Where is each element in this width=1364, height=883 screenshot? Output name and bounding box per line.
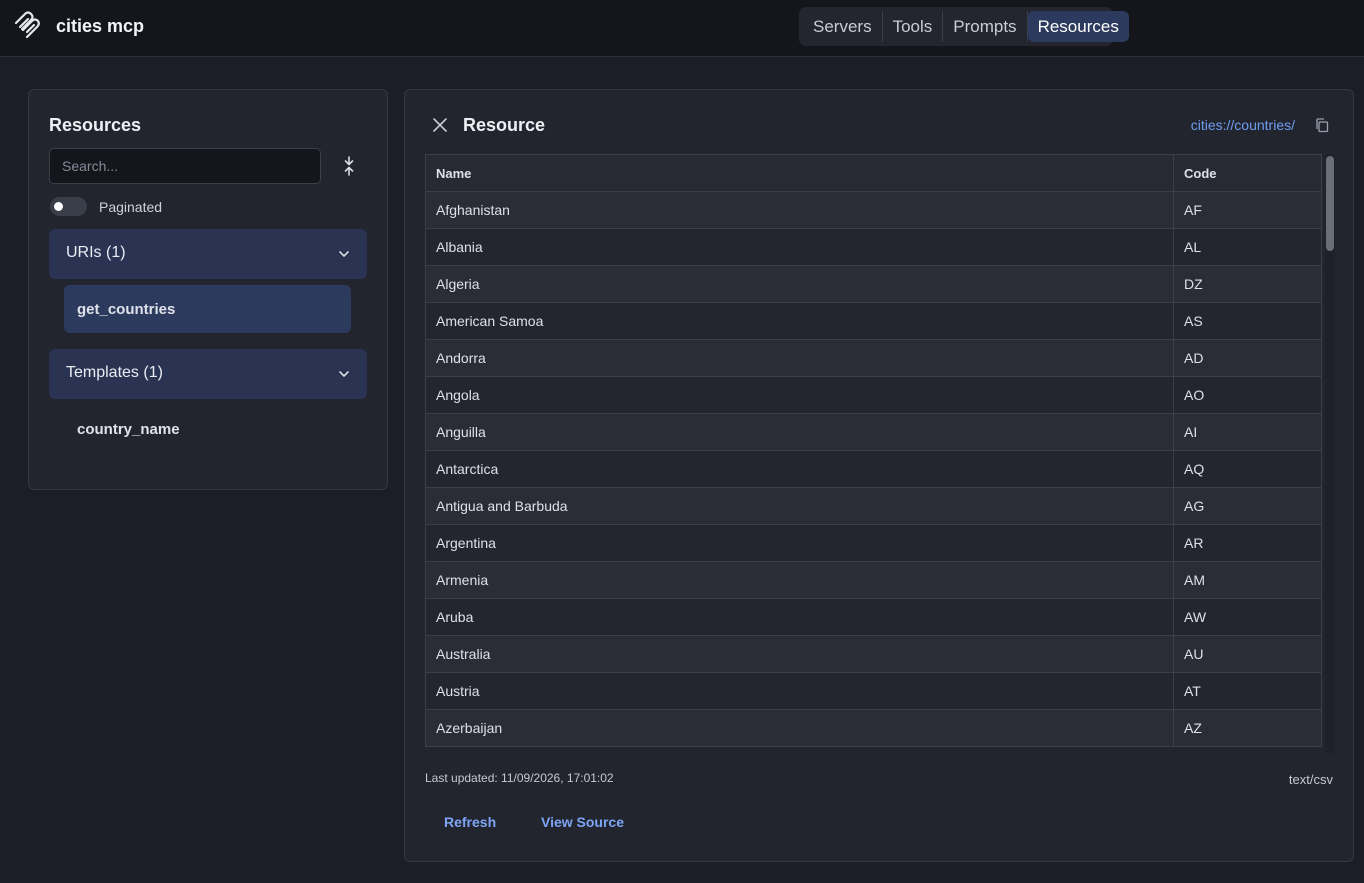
table-row: Algeria DZ: [425, 265, 1322, 303]
cell-country-code: AS: [1173, 302, 1322, 340]
cell-country-name: Azerbaijan: [425, 709, 1174, 747]
table-row: Afghanistan AF: [425, 191, 1322, 229]
cell-country-code: AI: [1173, 413, 1322, 451]
resource-table-container[interactable]: Name Code Afghanistan AF Albania AL Algeria D…: [425, 154, 1335, 753]
resources-sidebar: Resources Paginated URIs (1) get_countri…: [28, 89, 388, 490]
tab-servers[interactable]: Servers: [803, 11, 883, 42]
table-row: Azerbaijan AZ: [425, 709, 1322, 747]
uris-section-header[interactable]: URIs (1): [49, 229, 367, 279]
cell-country-name: Anguilla: [425, 413, 1174, 451]
table-row: Angola AO: [425, 376, 1322, 414]
cell-country-name: Albania: [425, 228, 1174, 266]
cell-country-code: AL: [1173, 228, 1322, 266]
copy-icon[interactable]: [1315, 118, 1329, 133]
tab-tools[interactable]: Tools: [883, 11, 944, 42]
table-row: American Samoa AS: [425, 302, 1322, 340]
table-row: Albania AL: [425, 228, 1322, 266]
cell-country-code: AF: [1173, 191, 1322, 229]
table-row: Armenia AM: [425, 561, 1322, 599]
logo-icon: [14, 11, 40, 39]
cell-country-code: AR: [1173, 524, 1322, 562]
table-row: Argentina AR: [425, 524, 1322, 562]
cell-country-code: AD: [1173, 339, 1322, 377]
chevron-down-icon: [339, 371, 349, 378]
cell-country-code: AZ: [1173, 709, 1322, 747]
table-body: Afghanistan AF Albania AL Algeria DZ American …: [425, 191, 1322, 747]
app-title: cities mcp: [56, 16, 145, 36]
refresh-button[interactable]: Refresh: [444, 814, 496, 830]
cell-country-name: Angola: [425, 376, 1174, 414]
close-icon[interactable]: [433, 118, 447, 132]
table-row: Australia AU: [425, 635, 1322, 673]
table-row: Antigua and Barbuda AG: [425, 487, 1322, 525]
resource-uri-link[interactable]: cities://countries/: [1191, 117, 1295, 133]
resource-table: Name Code Afghanistan AF Albania AL Algeria D…: [425, 154, 1322, 747]
main-nav: Servers Tools Prompts Resources: [799, 7, 1129, 46]
cell-country-name: Antarctica: [425, 450, 1174, 488]
tab-prompts[interactable]: Prompts: [943, 11, 1028, 42]
column-header-code: Code: [1173, 154, 1322, 192]
cell-country-code: DZ: [1173, 265, 1322, 303]
column-header-name: Name: [425, 154, 1174, 192]
scrollbar-thumb[interactable]: [1326, 156, 1334, 251]
resource-panel: Resource cities://countries/ Name Code A…: [404, 89, 1354, 862]
cell-country-name: Algeria: [425, 265, 1174, 303]
table-row: Aruba AW: [425, 598, 1322, 636]
templates-section-header[interactable]: Templates (1): [49, 349, 367, 399]
cell-country-name: Argentina: [425, 524, 1174, 562]
list-item-get-countries[interactable]: get_countries: [64, 285, 351, 333]
cell-country-code: AU: [1173, 635, 1322, 673]
cell-country-code: AW: [1173, 598, 1322, 636]
tab-resources[interactable]: Resources: [1027, 11, 1129, 42]
mime-type-text: text/csv: [1288, 772, 1333, 787]
cell-country-name: Armenia: [425, 561, 1174, 599]
toggle-knob: [54, 202, 63, 211]
uris-section-label: URIs (1): [66, 244, 126, 261]
table-row: Antarctica AQ: [425, 450, 1322, 488]
chevron-down-icon: [339, 251, 349, 258]
cell-country-code: AT: [1173, 672, 1322, 710]
cell-country-code: AG: [1173, 487, 1322, 525]
table-row: Anguilla AI: [425, 413, 1322, 451]
cell-country-code: AM: [1173, 561, 1322, 599]
paginated-label: Paginated: [99, 199, 163, 215]
table-row: Austria AT: [425, 672, 1322, 710]
sidebar-title: Resources: [49, 115, 142, 135]
cell-country-code: AQ: [1173, 450, 1322, 488]
collapse-all-icon[interactable]: [341, 156, 357, 176]
cell-country-name: Antigua and Barbuda: [425, 487, 1174, 525]
list-item-country-name[interactable]: country_name: [64, 405, 351, 453]
cell-country-code: AO: [1173, 376, 1322, 414]
cell-country-name: Austria: [425, 672, 1174, 710]
resource-title: Resource: [463, 115, 546, 135]
cell-country-name: Afghanistan: [425, 191, 1174, 229]
templates-section-label: Templates (1): [66, 364, 163, 381]
search-input[interactable]: [49, 148, 321, 184]
top-bar: cities mcp Servers Tools Prompts Resourc…: [0, 0, 1364, 57]
paginated-toggle[interactable]: [50, 197, 87, 216]
cell-country-name: American Samoa: [425, 302, 1174, 340]
table-row: Andorra AD: [425, 339, 1322, 377]
view-source-button[interactable]: View Source: [541, 814, 624, 830]
cell-country-name: Aruba: [425, 598, 1174, 636]
scrollbar[interactable]: [1325, 154, 1335, 753]
cell-country-name: Australia: [425, 635, 1174, 673]
cell-country-name: Andorra: [425, 339, 1174, 377]
last-updated-text: Last updated: 11/09/2026, 17:01:02: [425, 771, 614, 785]
